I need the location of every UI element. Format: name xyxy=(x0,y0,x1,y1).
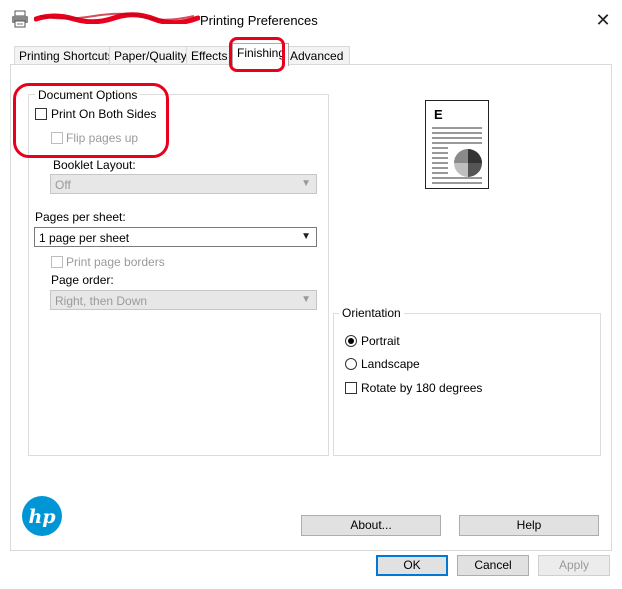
close-button[interactable]: ✕ xyxy=(590,8,616,32)
chevron-down-icon: ▼ xyxy=(301,178,311,189)
pages-per-sheet-select[interactable]: 1 page per sheet ▼ xyxy=(34,227,317,247)
tab-printing-shortcuts[interactable]: Printing Shortcuts xyxy=(14,46,114,65)
print-page-borders-label: Print page borders xyxy=(66,255,165,269)
help-button[interactable]: Help xyxy=(459,515,599,536)
chevron-down-icon: ▼ xyxy=(301,231,311,242)
page-preview: E xyxy=(425,100,489,189)
chevron-down-icon: ▼ xyxy=(301,294,311,305)
booklet-layout-select[interactable]: Off ▼ xyxy=(50,174,317,194)
window-title: Printing Preferences xyxy=(200,13,318,28)
hp-logo: hp xyxy=(22,496,62,536)
tab-effects[interactable]: Effects xyxy=(186,46,234,65)
printer-icon xyxy=(12,10,28,28)
booklet-layout-value: Off xyxy=(55,178,71,192)
booklet-layout-label: Booklet Layout: xyxy=(53,158,136,172)
rotate-180-label: Rotate by 180 degrees xyxy=(361,381,483,395)
tab-paper-quality[interactable]: Paper/Quality xyxy=(109,46,188,65)
page-order-label: Page order: xyxy=(51,273,114,287)
portrait-radio[interactable] xyxy=(345,335,357,347)
title-bar: Printing Preferences ✕ xyxy=(0,0,622,40)
orientation-title: Orientation xyxy=(339,306,404,320)
ok-button[interactable]: OK xyxy=(376,555,448,576)
page-order-select[interactable]: Right, then Down ▼ xyxy=(50,290,317,310)
cancel-button[interactable]: Cancel xyxy=(457,555,529,576)
about-button[interactable]: About... xyxy=(301,515,441,536)
pages-per-sheet-value: 1 page per sheet xyxy=(39,231,130,245)
page-order-value: Right, then Down xyxy=(55,294,148,308)
svg-text:hp: hp xyxy=(28,506,56,528)
rotate-180-checkbox[interactable] xyxy=(345,382,357,394)
apply-button[interactable]: Apply xyxy=(538,555,610,576)
portrait-label: Portrait xyxy=(361,334,400,348)
pages-per-sheet-label: Pages per sheet: xyxy=(35,210,126,224)
landscape-radio[interactable] xyxy=(345,358,357,370)
highlight-finishing-tab xyxy=(229,37,285,72)
redaction-mark xyxy=(34,12,200,24)
print-page-borders-checkbox[interactable] xyxy=(51,256,63,268)
preview-lines xyxy=(432,127,482,184)
highlight-document-options xyxy=(13,83,169,158)
tab-advanced[interactable]: Advanced xyxy=(285,46,350,65)
landscape-label: Landscape xyxy=(361,357,420,371)
